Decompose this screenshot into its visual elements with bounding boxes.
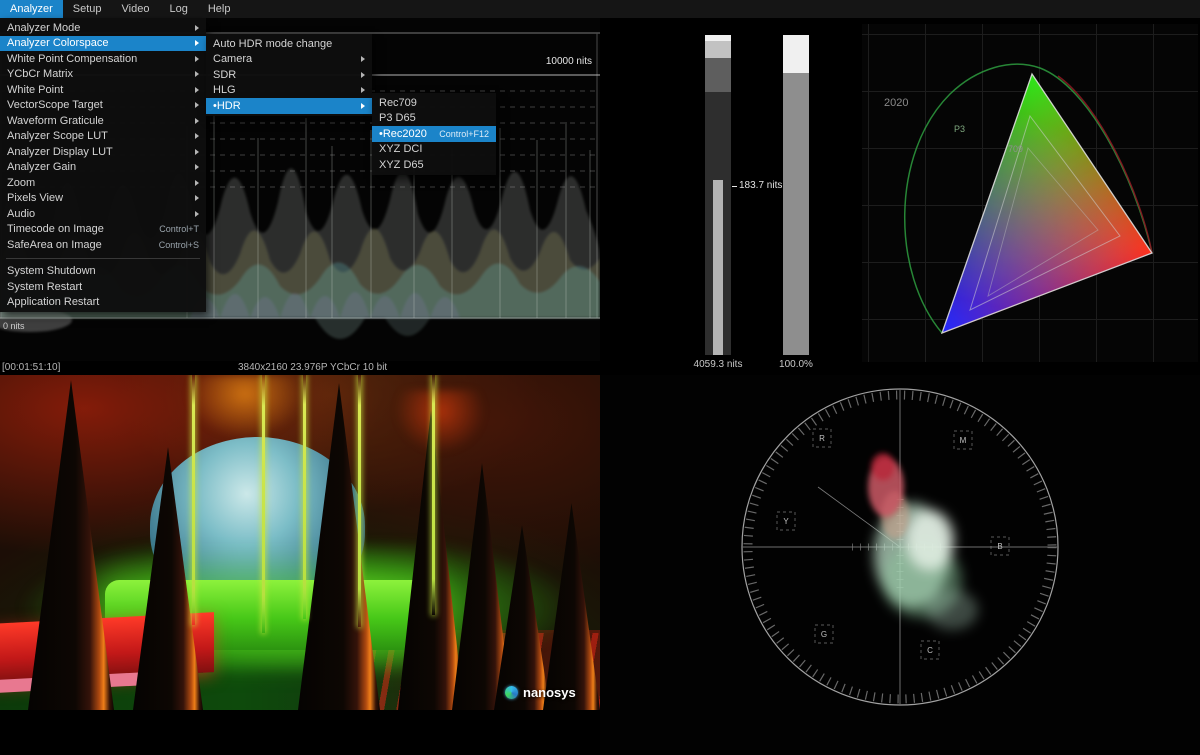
submenu-arrow-icon: [195, 211, 199, 217]
menu-item-white-point-compensation[interactable]: White Point Compensation: [0, 51, 206, 67]
menu-item-audio[interactable]: Audio: [0, 206, 206, 222]
target-r-label: R: [819, 434, 825, 443]
shortcut-label: Control+S: [159, 240, 199, 250]
video-string: [358, 375, 361, 627]
menu-item-vectorscope-target[interactable]: VectorScope Target: [0, 98, 206, 114]
menu-item-xyz-dci[interactable]: XYZ DCI: [372, 142, 496, 158]
colorspace-submenu: Auto HDR mode change Camera SDR HLG •HDR: [206, 34, 372, 116]
menu-item-p3-d65[interactable]: P3 D65: [372, 111, 496, 127]
gamut-p3-label: P3: [954, 124, 965, 134]
max-nits-label: 4059.3 nits: [688, 359, 748, 370]
submenu-arrow-icon: [195, 102, 199, 108]
video-red-glow: [390, 390, 490, 460]
cie-diagram: 2020 P3 709: [862, 24, 1198, 362]
nanosys-logo-text: nanosys: [523, 685, 576, 700]
menu-item-system-shutdown[interactable]: System Shutdown: [0, 264, 206, 280]
target-y-label: Y: [783, 517, 789, 526]
nits-meter-mid-segment: [705, 58, 731, 92]
submenu-arrow-icon: [195, 195, 199, 201]
submenu-arrow-icon: [195, 149, 199, 155]
video-string: [192, 375, 195, 625]
nits-meter: [705, 35, 731, 355]
nits-meter-level-bar: [713, 180, 723, 355]
menu-item-sdr[interactable]: SDR: [206, 67, 372, 83]
current-nits-label: 183.7 nits: [739, 180, 782, 191]
waveform-max-nits-label: 10000 nits: [546, 56, 592, 67]
menu-item-analyzer-display-lut[interactable]: Analyzer Display LUT: [0, 144, 206, 160]
menu-item-analyzer-mode[interactable]: Analyzer Mode: [0, 20, 206, 36]
gamut-709-label: 709: [1008, 144, 1023, 154]
menu-item-analyzer-colorspace[interactable]: Analyzer Colorspace: [0, 36, 206, 52]
gamut-2020-label: 2020: [884, 97, 908, 109]
waveform-min-nits-label: 0 nits: [3, 321, 25, 331]
target-g-label: G: [821, 630, 827, 639]
menu-item-xyz-d65[interactable]: XYZ D65: [372, 157, 496, 173]
shortcut-label: Control+F12: [439, 129, 489, 139]
video-string: [303, 375, 306, 619]
percent-label: 100.0%: [772, 359, 820, 370]
submenu-arrow-icon: [195, 56, 199, 62]
vectorscope-trace-red-plume: [868, 453, 909, 539]
format-info-label: 3840x2160 23.976P YCbCr 10 bit: [238, 362, 387, 373]
hdr-submenu: Rec709 P3 D65 •Rec2020Control+F12 XYZ DC…: [372, 93, 496, 175]
nanosys-logo: nanosys: [505, 685, 576, 700]
menubar-item-setup[interactable]: Setup: [63, 0, 112, 18]
video-string: [432, 375, 435, 615]
nits-meter-tick: [732, 186, 737, 187]
menu-item-auto-hdr-mode-change[interactable]: Auto HDR mode change: [206, 36, 372, 52]
analyzer-menu: Analyzer Mode Analyzer Colorspace White …: [0, 18, 206, 312]
percent-meter: [783, 35, 809, 355]
target-m-label: M: [960, 436, 967, 445]
menubar-item-analyzer[interactable]: Analyzer: [0, 0, 63, 18]
nanosys-logo-icon: [505, 686, 518, 699]
menu-separator: [6, 258, 200, 259]
vectorscope-panel: R M Y B G C: [600, 375, 1200, 750]
menu-item-rec709[interactable]: Rec709: [372, 95, 496, 111]
timecode-label: [00:01:51:10]: [2, 362, 60, 373]
submenu-arrow-icon: [195, 25, 199, 31]
submenu-arrow-icon: [195, 164, 199, 170]
vectorscope: R M Y B G C: [600, 375, 1200, 750]
submenu-arrow-icon: [195, 180, 199, 186]
submenu-arrow-icon: [361, 56, 365, 62]
submenu-arrow-icon: [361, 103, 365, 109]
menu-item-zoom[interactable]: Zoom: [0, 175, 206, 191]
submenu-arrow-icon: [361, 72, 365, 78]
menu-item-hdr[interactable]: •HDR: [206, 98, 372, 114]
menu-item-safearea-on-image[interactable]: SafeArea on ImageControl+S: [0, 237, 206, 253]
video-string: [262, 375, 265, 633]
menu-item-timecode-on-image[interactable]: Timecode on ImageControl+T: [0, 222, 206, 238]
gamut-fill: [942, 74, 1152, 333]
submenu-arrow-icon: [195, 118, 199, 124]
target-b-label: B: [997, 542, 1002, 551]
submenu-arrow-icon: [195, 40, 199, 46]
menu-item-ycbcr-matrix[interactable]: YCbCr Matrix: [0, 67, 206, 83]
menu-item-hlg[interactable]: HLG: [206, 83, 372, 99]
shortcut-label: Control+T: [159, 224, 199, 234]
submenu-arrow-icon: [195, 71, 199, 77]
video-status-bar: [00:01:51:10] 3840x2160 23.976P YCbCr 10…: [0, 361, 600, 375]
video-preview: nanosys: [0, 375, 600, 710]
menu-item-white-point[interactable]: White Point: [0, 82, 206, 98]
menubar-item-help[interactable]: Help: [198, 0, 241, 18]
menu-item-camera[interactable]: Camera: [206, 52, 372, 68]
menubar: Analyzer Setup Video Log Help: [0, 0, 1200, 18]
menu-item-analyzer-scope-lut[interactable]: Analyzer Scope LUT: [0, 129, 206, 145]
menu-item-waveform-graticule[interactable]: Waveform Graticule: [0, 113, 206, 129]
submenu-arrow-icon: [195, 87, 199, 93]
analyzer-app: 10000 nits 0 nits [00:01:51:10] 3840x216…: [0, 0, 1200, 750]
target-c-label: C: [927, 646, 933, 655]
menubar-item-video[interactable]: Video: [112, 0, 160, 18]
menu-item-analyzer-gain[interactable]: Analyzer Gain: [0, 160, 206, 176]
menu-item-rec2020[interactable]: •Rec2020Control+F12: [372, 126, 496, 142]
cie-diagram-panel: 2020 P3 709: [862, 24, 1198, 362]
submenu-arrow-icon: [361, 87, 365, 93]
menu-item-pixels-view[interactable]: Pixels View: [0, 191, 206, 207]
submenu-arrow-icon: [195, 133, 199, 139]
nits-meter-high-segment: [705, 41, 731, 58]
menu-item-application-restart[interactable]: Application Restart: [0, 295, 206, 311]
menu-item-system-restart[interactable]: System Restart: [0, 279, 206, 295]
menubar-item-log[interactable]: Log: [159, 0, 197, 18]
percent-meter-peak-segment: [783, 35, 809, 73]
